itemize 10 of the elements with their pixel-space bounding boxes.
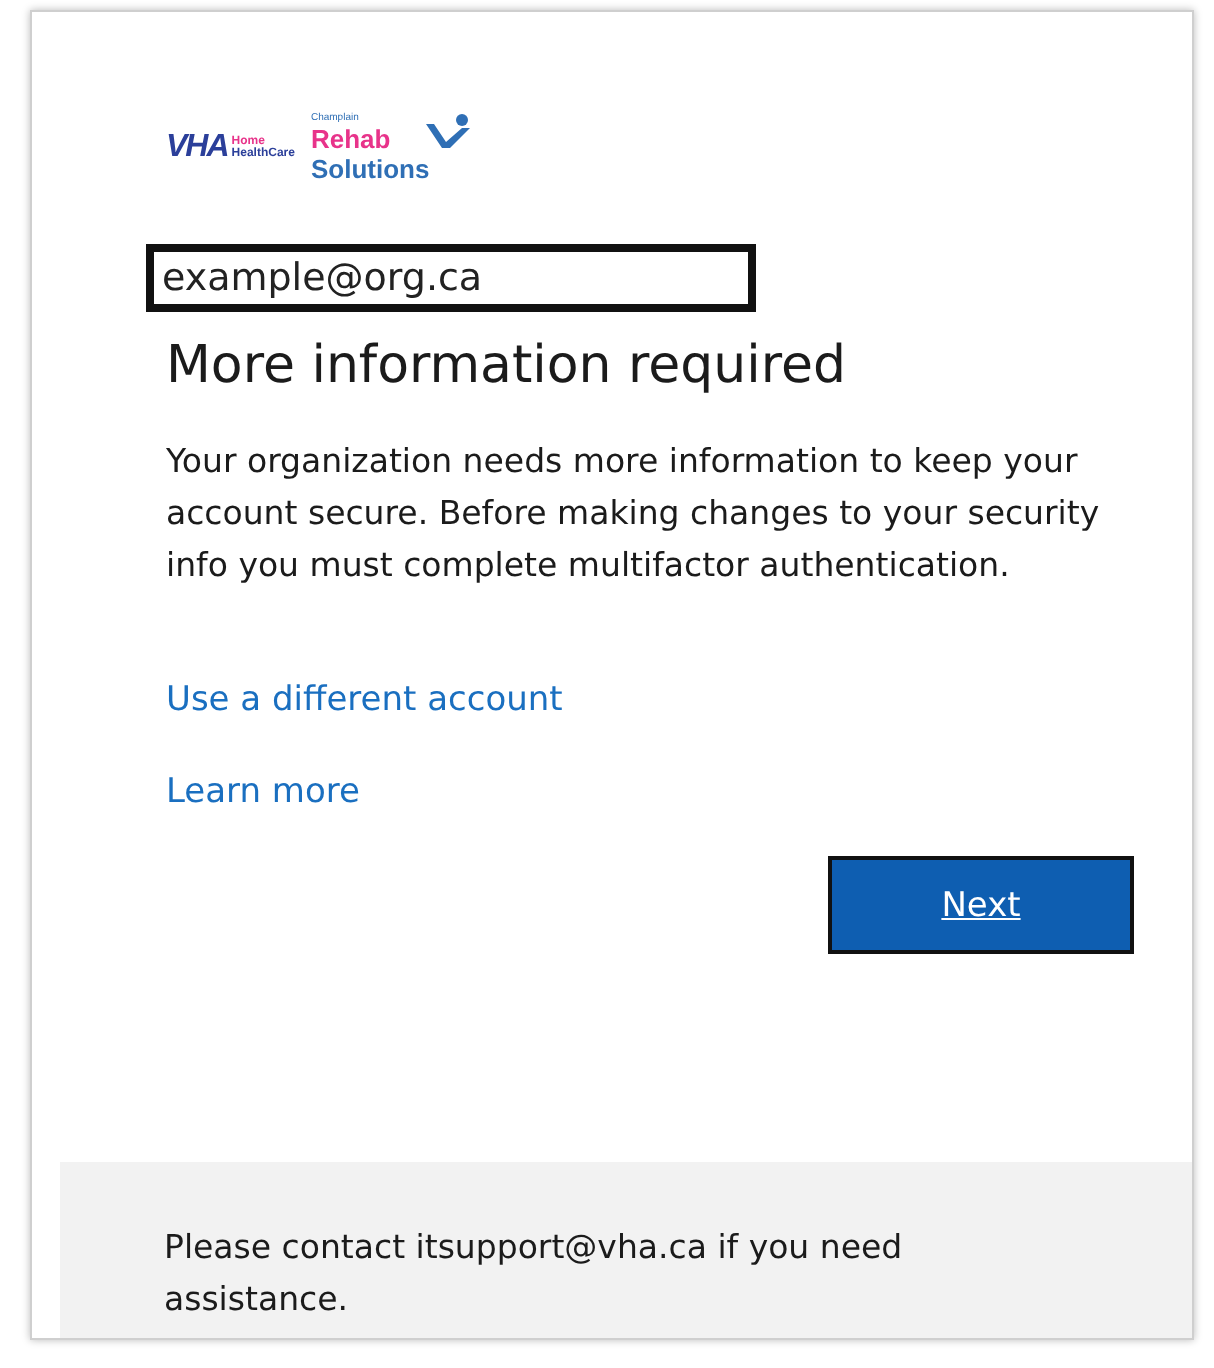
page-title: More information required (166, 336, 846, 396)
text-link[interactable]: Learn more (166, 772, 360, 812)
footer-text: Please contact itsupport@vha.ca if you need assistance. (164, 1226, 905, 1322)
account-email: example@org.ca (146, 244, 756, 312)
text-link[interactable]: Use a different account (166, 680, 563, 720)
description-text: Your organization needs more information to keep your account secure. Before making changes to your security info you must complete multifactor authentication. (166, 440, 1102, 588)
next-button[interactable]: Next (828, 856, 1134, 954)
logo-text: Solutions (310, 154, 430, 184)
logo-text: Rehab (310, 124, 393, 154)
logo-text: VHA (166, 130, 228, 166)
